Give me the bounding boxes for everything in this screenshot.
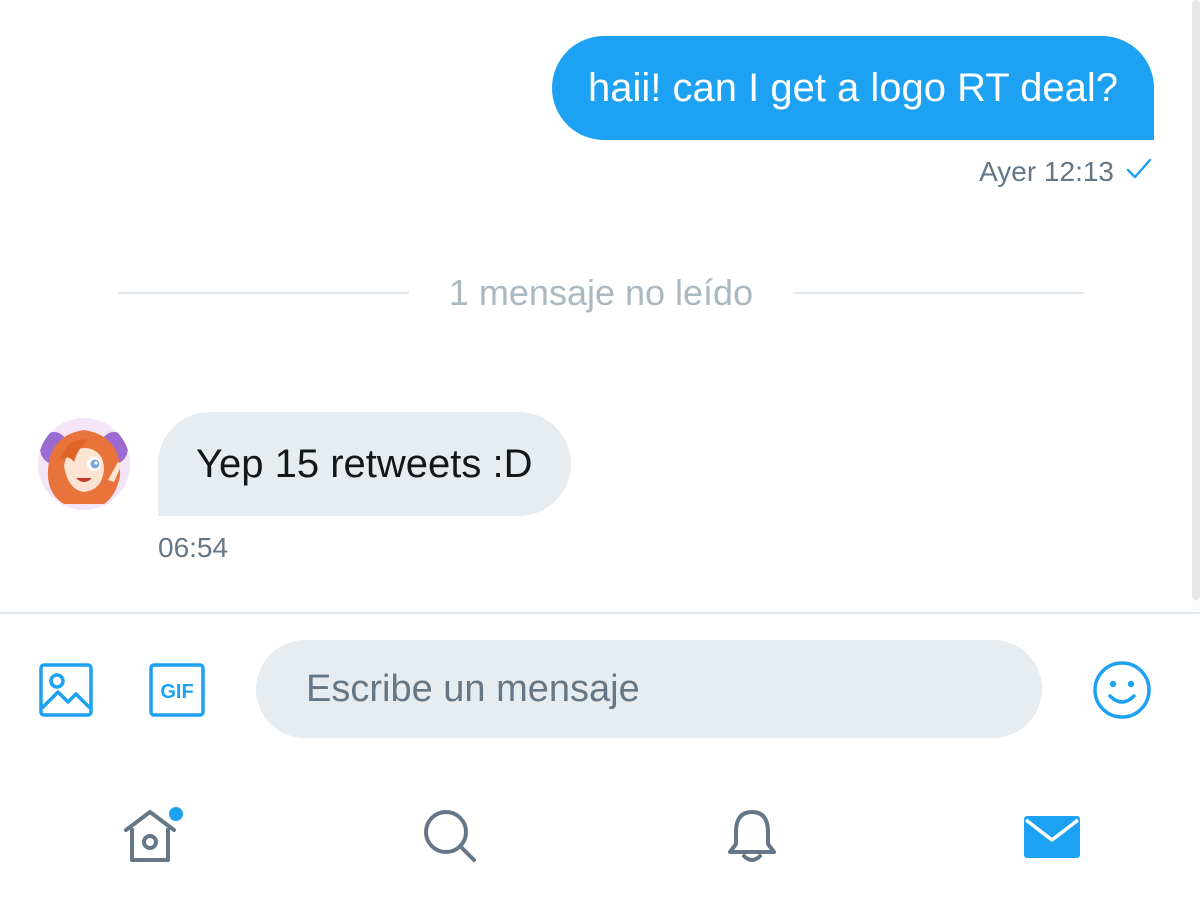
tab-search[interactable] xyxy=(400,788,500,888)
gif-label: GIF xyxy=(160,681,193,703)
anime-girl-avatar-icon xyxy=(38,418,130,510)
avatar[interactable] xyxy=(38,418,130,510)
search-icon xyxy=(418,804,482,873)
bell-icon xyxy=(720,804,784,873)
gif-icon[interactable]: GIF xyxy=(148,662,206,718)
tab-notifications[interactable] xyxy=(702,788,802,888)
tab-messages[interactable] xyxy=(1002,788,1102,888)
message-composer: GIF xyxy=(0,612,1200,762)
image-icon[interactable] xyxy=(38,662,94,718)
received-message-time: 06:54 xyxy=(158,532,229,563)
checkmark-icon xyxy=(1126,156,1152,188)
emoji-icon[interactable] xyxy=(1092,660,1152,720)
unread-label: 1 mensaje no leído xyxy=(448,272,754,313)
message-input[interactable] xyxy=(256,640,1042,738)
sent-message-time: Ayer 12:13 xyxy=(979,156,1114,187)
divider-line xyxy=(118,292,409,294)
tab-home[interactable] xyxy=(100,788,200,888)
notification-dot xyxy=(166,804,186,824)
bottom-tab-bar xyxy=(0,770,1200,901)
dm-conversation-screen: haii! can I get a logo RT deal? Ayer 12:… xyxy=(0,0,1200,901)
mail-icon xyxy=(1020,804,1084,873)
divider-line xyxy=(793,292,1084,294)
sent-message-meta: Ayer 12:13 xyxy=(979,156,1152,188)
scrollbar-thumb[interactable] xyxy=(1192,0,1200,600)
sent-message-bubble[interactable]: haii! can I get a logo RT deal? xyxy=(552,36,1154,140)
unread-divider: 1 mensaje no leído xyxy=(118,268,1084,318)
scrollbar[interactable] xyxy=(1192,0,1200,610)
received-message-bubble[interactable]: Yep 15 retweets :D xyxy=(158,412,571,516)
